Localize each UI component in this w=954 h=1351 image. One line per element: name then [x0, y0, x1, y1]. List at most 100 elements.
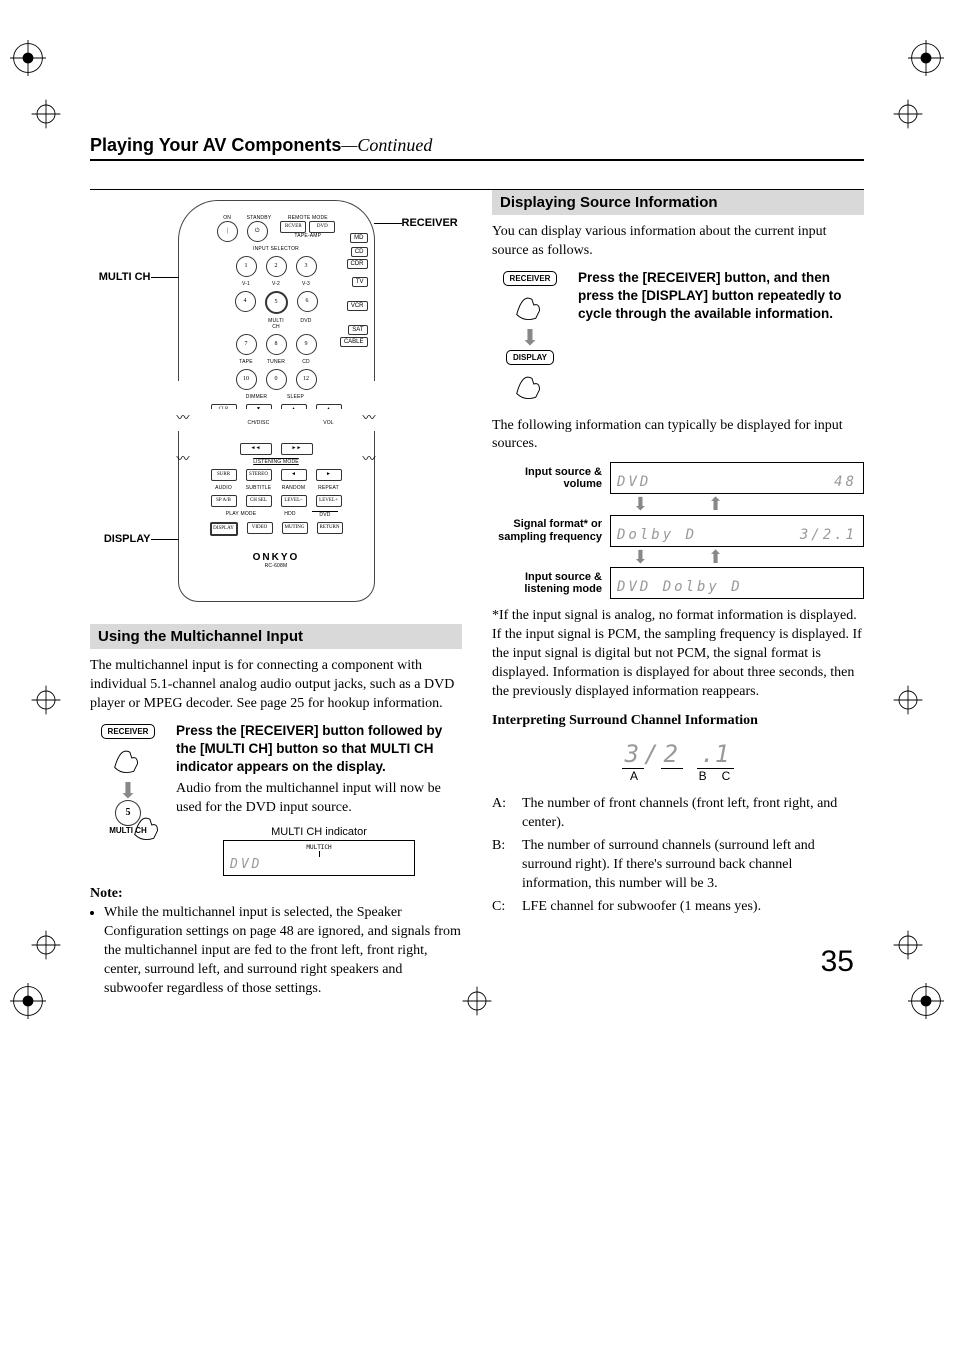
- label-dvd-btn: DVD: [296, 318, 317, 330]
- lcd-r1-left: DVD: [617, 474, 651, 490]
- label-cd: CD: [296, 359, 317, 365]
- right-button-icon: ►: [316, 469, 342, 481]
- label-hdd: HDD: [277, 511, 303, 518]
- remote-diagram-top: MULTI CH RECEIVER ON | STANDBY ⏻: [178, 200, 375, 381]
- label-playmode: PLAY MODE: [214, 511, 268, 518]
- label-vol: VOL: [316, 420, 342, 426]
- side-sat: SAT: [348, 325, 367, 335]
- btn-8-icon: 8: [266, 334, 287, 355]
- label-audio: AUDIO: [211, 485, 237, 491]
- btn-3-icon: 3: [296, 256, 317, 277]
- btn-0-icon: 0: [266, 369, 287, 390]
- label-listening: LISTENING MODE: [213, 459, 340, 465]
- step-detail: Audio from the multichannel input will n…: [176, 780, 462, 818]
- lcd-r2-right: 3/2.1: [800, 527, 857, 543]
- page-title: Playing Your AV Components: [90, 135, 341, 155]
- label-v1: V-1: [236, 281, 257, 287]
- fig-a: 3: [625, 740, 641, 768]
- label-repeat: REPEAT: [316, 485, 342, 491]
- label-v2: V-2: [266, 281, 287, 287]
- def-key-a: A:: [492, 795, 514, 833]
- display-pill: DISPLAY: [506, 350, 554, 365]
- label-random: RANDOM: [281, 485, 307, 491]
- def-key-c: C:: [492, 898, 514, 917]
- label-multich-btn: MULTI CH: [266, 318, 287, 330]
- btn-10-icon: 10: [236, 369, 257, 390]
- lead-line: [374, 223, 402, 224]
- hand-press-icon: [509, 365, 551, 403]
- btn-1-icon: 1: [236, 256, 257, 277]
- label-blank: [236, 318, 257, 330]
- press-receiver-display-icon: RECEIVER ⬇ DISPLAY: [492, 269, 568, 407]
- hand-press-icon: [509, 286, 551, 324]
- side-vcr: VCR: [347, 301, 368, 311]
- next-button-icon: ►►: [281, 443, 313, 455]
- arrow-down-icon: ⬇: [90, 781, 166, 801]
- continued-label: —Continued: [341, 135, 432, 155]
- label-sleep: SLEEP: [281, 394, 311, 400]
- levelplus-button-icon: LEVEL+: [316, 495, 342, 507]
- side-cdr: CDR: [347, 259, 368, 269]
- btn-4-icon: 4: [235, 291, 256, 312]
- arrow-down-icon: ⬇: [633, 497, 648, 511]
- remote-label-multich: MULTI CH: [99, 271, 151, 283]
- btn-2-icon: 2: [266, 256, 287, 277]
- prev-button-icon: ◄◄: [240, 443, 272, 455]
- btn-5-icon: 5: [265, 291, 288, 314]
- tick-mark: [319, 851, 320, 857]
- label-tuner: TUNER: [266, 359, 287, 365]
- note-item: While the multichannel input is selected…: [104, 904, 462, 998]
- dvd-mode-icon: DVD: [309, 221, 335, 233]
- hand-press-icon: [107, 739, 149, 777]
- display-step-instruction: Press the [RECEIVER] button, and then pr…: [578, 269, 864, 324]
- label-tape-amp: TAPE-AMP: [280, 233, 335, 239]
- press-receiver-multich-icon: RECEIVER ⬇ 5 MULTI CH: [90, 722, 166, 836]
- label-subtitle: SUBTITLE: [246, 485, 272, 491]
- cycle-arrows: ⬇⬆: [492, 550, 864, 564]
- displaying-intro: You can display various information abou…: [492, 223, 864, 261]
- label-standby: STANDBY: [247, 215, 272, 221]
- lcd-main-text: DVD: [230, 857, 262, 872]
- surround-figure: 3/2 .1 A B C: [492, 740, 864, 783]
- lcd-display: MULTICH DVD: [223, 840, 415, 876]
- indicator-label: MULTI CH indicator: [176, 826, 462, 838]
- note-heading: Note:: [90, 886, 462, 902]
- label-input-selector: INPUT SELECTOR: [191, 246, 362, 252]
- btn-7-icon: 7: [236, 334, 257, 355]
- page-number: 35: [821, 945, 854, 979]
- on-button-icon: |: [217, 221, 238, 242]
- btn-9-icon: 9: [296, 334, 317, 355]
- fig-c: 1: [715, 740, 731, 768]
- btn-12-icon: 12: [296, 369, 317, 390]
- brand-label: ONKYO: [193, 552, 360, 563]
- btn-6-icon: 6: [297, 291, 318, 312]
- lcd-r3-left: DVD Dolby D: [617, 579, 743, 595]
- remote-diagram-bottom: DISPLAY ◄◄ ►► LISTENING MODE SURR STEREO…: [178, 431, 375, 602]
- label-dimmer: DIMMER: [242, 394, 272, 400]
- cycle-arrows: ⬇⬆: [492, 497, 864, 511]
- return-button-icon: RETURN: [317, 522, 343, 534]
- fig-label-c: C: [716, 769, 736, 783]
- remote-label-display: DISPLAY: [104, 533, 151, 545]
- display-button-icon: DISPLAY: [210, 522, 238, 536]
- fig-slash: /: [644, 740, 660, 768]
- multichannel-intro: The multichannel input is for connecting…: [90, 657, 462, 714]
- def-b: The number of surround channels (surroun…: [522, 837, 864, 894]
- levelminus-button-icon: LEVEL–: [281, 495, 307, 507]
- section-displaying: Displaying Source Information: [492, 190, 864, 215]
- stereo-button-icon: STEREO: [246, 469, 272, 481]
- fig-label-b: B: [693, 769, 713, 783]
- row1-label: Input source & volume: [492, 466, 602, 491]
- side-cd: CD: [351, 247, 368, 257]
- page-header: Playing Your AV Components—Continued: [90, 135, 864, 161]
- rcver-mode-icon: RCVER: [280, 221, 306, 233]
- spab-button-icon: SP A/B: [211, 495, 237, 507]
- remote-label-receiver: RECEIVER: [402, 217, 458, 229]
- fig-label-a: A: [620, 769, 648, 783]
- label-v3: V-3: [296, 281, 317, 287]
- label-tape: TAPE: [236, 359, 257, 365]
- lcd-r2-left: Dolby D: [617, 527, 697, 543]
- surr-button-icon: SURR: [211, 469, 237, 481]
- left-button-icon: ◄: [281, 469, 307, 481]
- lead-line: [151, 277, 179, 278]
